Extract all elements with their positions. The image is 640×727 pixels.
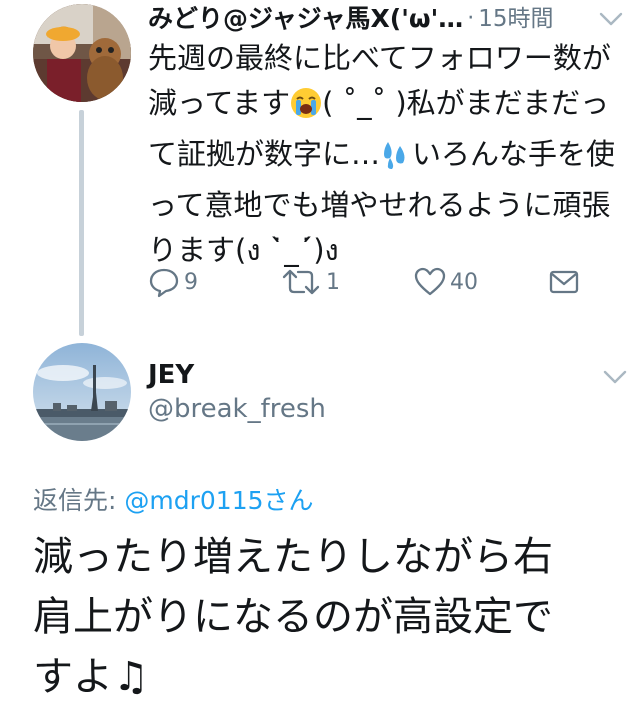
heart-icon [414,267,446,296]
tweet-text-line: すよ♫ [33,654,149,700]
separator-dot: · [467,6,475,31]
direct-message-button[interactable] [548,262,580,302]
avatar-photo [33,4,131,102]
tweet-text-segment: て証拠が数字に… [148,137,381,171]
tweet-text-line: って意地でも増やせれるように頑張 [148,188,611,222]
tweet-text-segment: 減ってます [148,86,291,120]
tweet-text-line: て証拠が数字に… いろんな手を使 [148,132,624,183]
chevron-down-icon[interactable] [602,368,628,386]
tweet-actions: 9 1 40 [148,262,608,302]
tweet-text: 先週の最終に比べてフォロワー数が 減ってます ( ˚_˚ )私がまだまだっ て証拠… [148,36,624,273]
thread-connector-line [79,110,84,336]
author-name[interactable]: JEY [148,358,194,392]
retweet-button[interactable]: 1 [280,262,340,302]
reply-button[interactable]: 9 [148,262,198,302]
chevron-down-icon[interactable] [598,10,624,28]
reply-to-label: 返信先: [33,486,117,515]
reply-to-mention[interactable]: @mdr0115さん [124,486,313,515]
tweet-text-segment: ( ˚_˚ )私がまだまだっ [322,86,610,120]
author-name[interactable]: みどり@ジャジャ馬X('ω'… [148,2,463,36]
tweet-text-line: 先週の最終に比べてフォロワー数が [148,41,611,75]
avatar[interactable] [33,4,131,102]
avatar-photo [33,343,131,441]
crying-face-icon [290,87,322,132]
like-button[interactable]: 40 [414,262,478,302]
tweet-text-line: 減ったり増えたりしながら右 [33,534,553,580]
tweet-text: 減ったり増えたりしながら右 肩上がりになるのが高設定で すよ♫ [33,527,633,707]
retweet-icon [282,269,320,295]
reply-count: 9 [184,269,198,295]
tweet-text-segment: いろんな手を使 [412,137,616,171]
parent-tweet[interactable]: みどり@ジャジャ馬X('ω'… · 15時間 先週の最終に比べてフォロワー数が 減っ… [0,0,640,336]
reply-icon [149,268,179,298]
tweet-header: みどり@ジャジャ馬X('ω'… · 15時間 [148,2,628,38]
envelope-icon [549,270,579,294]
author-handle[interactable]: @break_fresh [148,392,326,426]
sweat-droplets-icon [380,138,412,183]
tweet-time[interactable]: 15時間 [478,6,553,32]
reply-context: 返信先: @mdr0115さん [33,484,314,518]
tweet-text-line: 肩上がりになるのが高設定で [33,594,553,640]
avatar[interactable] [33,343,131,441]
like-count: 40 [450,269,478,295]
tweet-text-line: 減ってます ( ˚_˚ )私がまだまだっ [148,81,624,132]
retweet-count: 1 [326,269,340,295]
